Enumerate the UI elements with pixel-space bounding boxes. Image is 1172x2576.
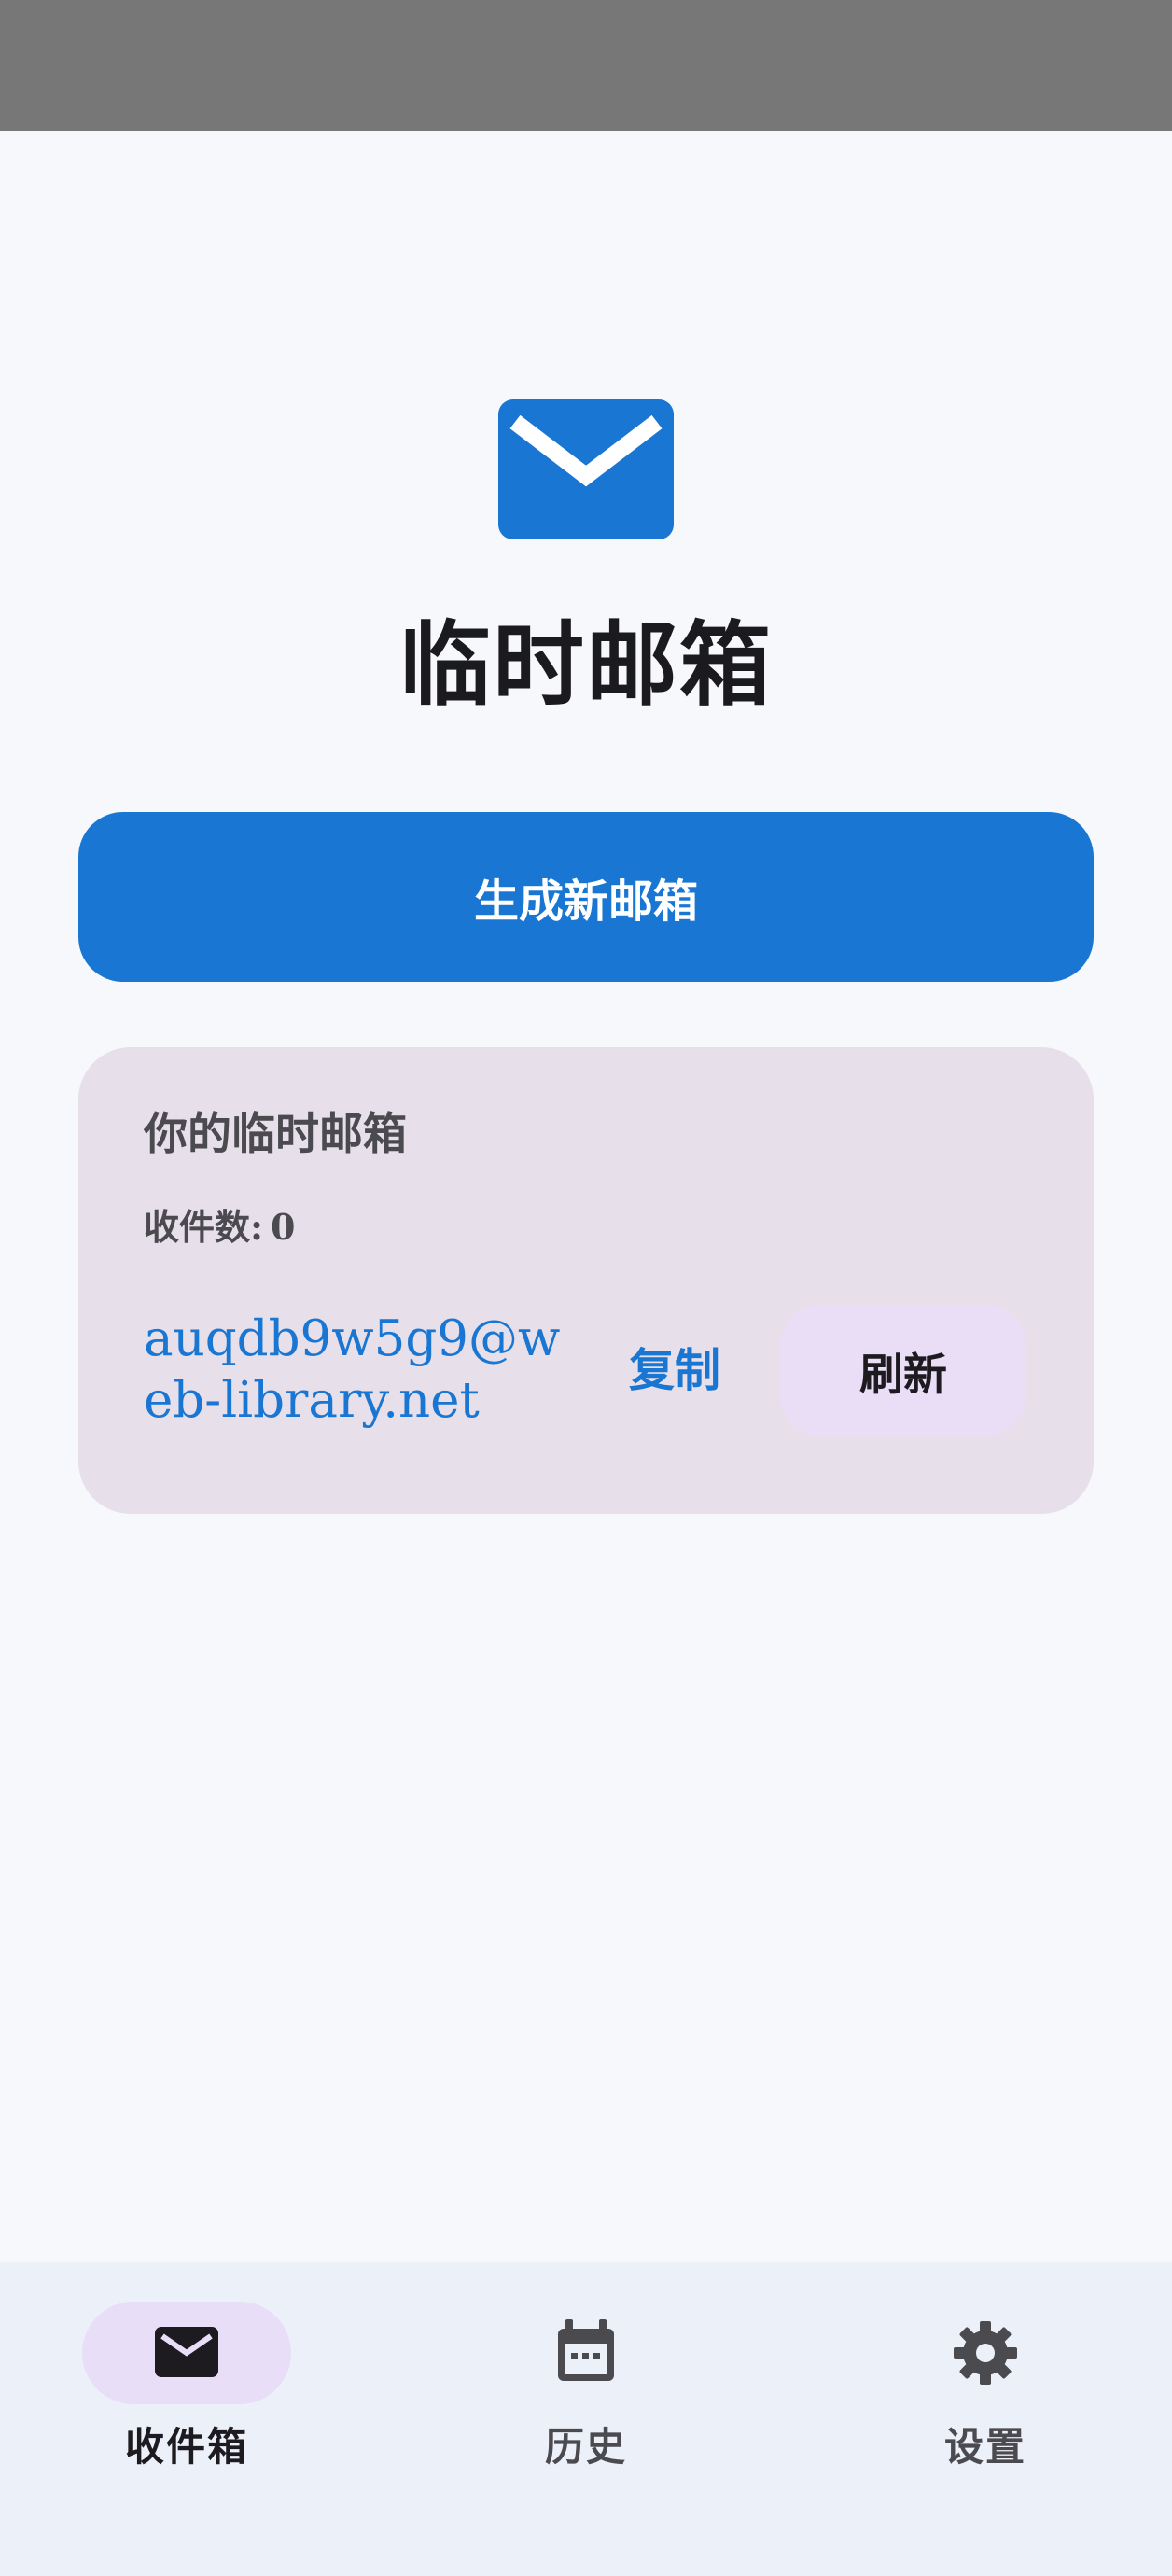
nav-item-settings[interactable]: 设置: [845, 2262, 1125, 2576]
copy-button[interactable]: 复制: [629, 1340, 720, 1400]
nav-indicator: [82, 2302, 291, 2404]
nav-label-inbox: 收件箱: [124, 2424, 248, 2470]
status-bar: [0, 0, 1172, 131]
page-title: 临时邮箱: [398, 611, 773, 719]
card-title: 你的临时邮箱: [144, 1109, 407, 1160]
nav-indicator: [481, 2302, 691, 2404]
email-card: 你的临时邮箱 收件数: 0 auqdb9w5g9@web-library.net…: [78, 1047, 1094, 1514]
inbox-count: 收件数: 0: [144, 1204, 295, 1251]
calendar-icon: [558, 2319, 614, 2381]
refresh-button[interactable]: 刷新: [780, 1305, 1026, 1435]
generate-email-button[interactable]: 生成新邮箱: [78, 812, 1094, 982]
nav-indicator: [881, 2302, 1090, 2404]
inbox-count-value: 0: [271, 1206, 296, 1248]
nav-label-settings: 设置: [943, 2424, 1026, 2470]
nav-item-history[interactable]: 历史: [446, 2262, 726, 2576]
nav-item-inbox[interactable]: 收件箱: [47, 2262, 327, 2576]
inbox-count-label: 收件数:: [144, 1206, 264, 1248]
bottom-navigation: 收件箱 历史 设置: [0, 2262, 1172, 2576]
gear-icon: [954, 2321, 1017, 2385]
mail-icon: [498, 399, 674, 539]
nav-label-history: 历史: [544, 2424, 627, 2470]
email-address: auqdb9w5g9@web-library.net: [144, 1310, 561, 1429]
mail-icon: [155, 2327, 218, 2377]
